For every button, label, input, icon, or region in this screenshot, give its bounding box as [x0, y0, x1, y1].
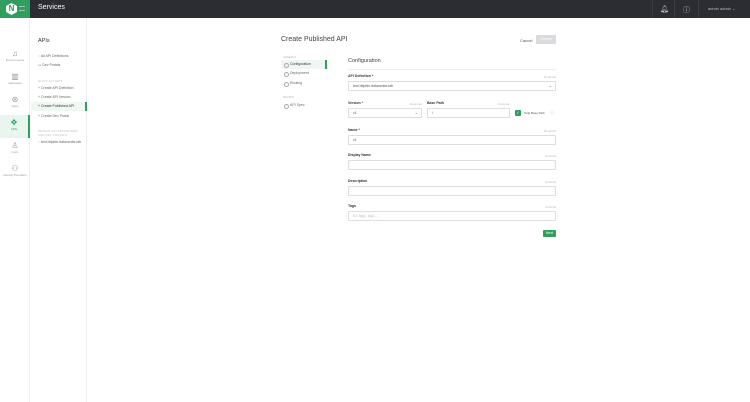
quick-action-create-published-api[interactable]: + Create Published API: [31, 102, 87, 111]
help-icon[interactable]: ⓘ: [550, 110, 554, 116]
identity-icon: ⚇: [11, 164, 19, 173]
name-input[interactable]: v1: [348, 135, 556, 145]
secondary-sidebar: APIs ◌ All API Definitions ▭ Dev Portals…: [31, 18, 87, 402]
rail-apps[interactable]: ⊛ Apps: [0, 92, 30, 115]
sidebar-item-all-api-definitions[interactable]: ◌ All API Definitions: [31, 52, 87, 61]
rail-apis[interactable]: ✥ APIs: [0, 115, 30, 138]
step-api-spec[interactable]: API Spec: [281, 101, 327, 110]
top-bar: N Services 🔔︎ ⓘ admin admin ⌄: [0, 0, 750, 18]
bell-icon[interactable]: 🔔︎: [660, 5, 669, 13]
rail-gateways[interactable]: ▥ Gateways: [0, 69, 30, 92]
version-select[interactable]: v1 ⌄: [348, 108, 422, 118]
user-menu[interactable]: admin admin ⌄: [708, 6, 735, 11]
base-path-input[interactable]: /: [427, 108, 510, 118]
cert-icon: ♙: [11, 141, 19, 150]
gateway-icon: ▥: [11, 72, 19, 81]
description-input[interactable]: [348, 186, 556, 196]
quick-action-create-api-definition[interactable]: + Create API Definition: [31, 84, 87, 93]
cancel-button[interactable]: Cancel: [520, 38, 532, 43]
apis-icon: ✥: [10, 118, 18, 127]
strip-base-path-checkbox[interactable]: ✓: [515, 110, 521, 116]
chevron-down-icon: ⌄: [414, 110, 418, 115]
help-icon[interactable]: ⓘ: [683, 5, 690, 15]
app-title: Services: [38, 4, 65, 11]
display-name-input[interactable]: [348, 160, 556, 170]
step-routing[interactable]: Routing: [281, 79, 327, 88]
chevron-down-icon: ⌄: [548, 83, 552, 88]
menu-icon[interactable]: [19, 6, 25, 11]
step-configuration[interactable]: Configuration: [281, 60, 327, 69]
next-button[interactable]: Next: [543, 230, 556, 237]
bell-icon: ♫: [12, 49, 18, 58]
sidebar-item-dev-portals[interactable]: ▭ Dev Portals: [31, 61, 87, 70]
rail-identity-providers[interactable]: ⚇ Identity Providers: [0, 161, 30, 184]
step-deployment[interactable]: Deployment: [281, 69, 327, 78]
divider: [348, 69, 556, 70]
page-title: Create Published API: [281, 36, 348, 43]
rail-certs[interactable]: ♙ Certs: [0, 138, 30, 161]
section-title: Configuration: [348, 58, 381, 64]
api-definition-select[interactable]: test.httpbin.datacenter.lab ⌄: [348, 81, 556, 91]
quick-action-create-dev-portal[interactable]: + Create Dev Portal: [31, 112, 87, 121]
logo[interactable]: N: [0, 0, 30, 18]
recent-item[interactable]: ◌ test.httpbin.datacenter.lab: [31, 138, 87, 147]
main-content: Create Published API Cancel Submit GENER…: [281, 35, 557, 237]
tags-input[interactable]: Ex: tag1, tag2, ...: [348, 211, 556, 221]
icon-rail: ♫ Environments ▥ Gateways ⊛ Apps ✥ APIs ♙ Cer…: [0, 18, 30, 402]
submit-button[interactable]: Submit: [536, 35, 556, 44]
sidebar-title: APIs: [38, 38, 50, 44]
quick-action-create-api-version[interactable]: + Create API Version: [31, 93, 87, 102]
apps-icon: ⊛: [11, 95, 19, 104]
rail-environments[interactable]: ♫ Environments: [0, 46, 30, 69]
